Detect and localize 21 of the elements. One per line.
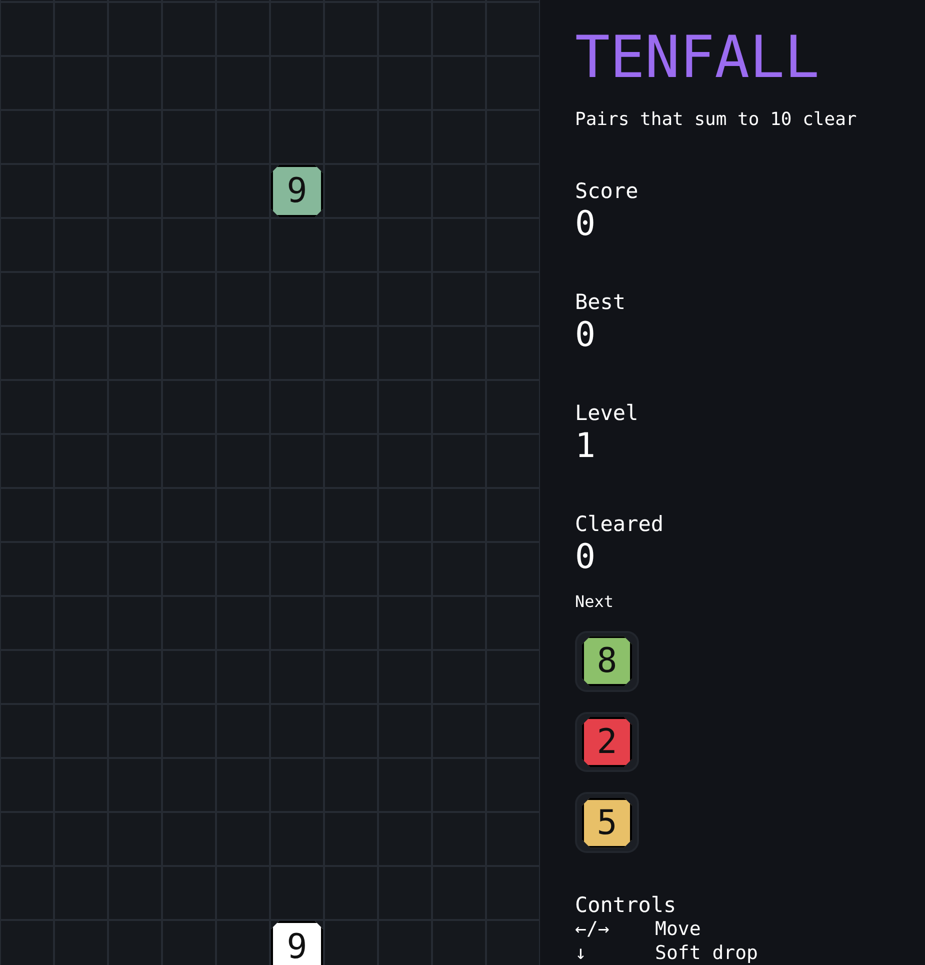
number-tile: 9 [271, 165, 323, 217]
game-title: TENFALL [575, 28, 820, 86]
number-tile: 8 [582, 636, 632, 686]
next-label: Next [575, 593, 614, 611]
stat-value: 0 [575, 204, 596, 244]
stat-value: 1 [575, 426, 596, 466]
action-label: Move [655, 917, 701, 942]
number-tile: 9 [271, 921, 323, 965]
stat-label: Level [575, 400, 638, 426]
key-label: ←/→ [575, 917, 610, 942]
stat-value: 0 [575, 537, 596, 577]
stat-label: Score [575, 178, 638, 204]
stat-value: 0 [575, 315, 596, 355]
controls-heading: Controls [575, 893, 676, 918]
key-label: ↓ [575, 941, 588, 965]
stat-label: Cleared [575, 511, 664, 537]
number-tile: 5 [582, 798, 632, 848]
action-label: Soft drop [655, 941, 758, 965]
subtitle: Pairs that sum to 10 clear [575, 108, 858, 132]
stat-label: Best [575, 289, 626, 315]
number-tile: 2 [582, 717, 632, 767]
